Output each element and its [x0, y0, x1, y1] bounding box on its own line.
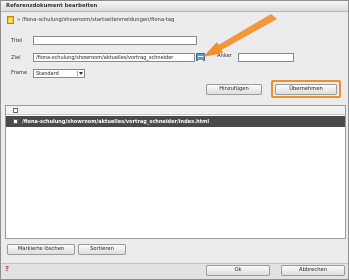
- link-table: /fiona-schulung/showroom/aktuelles/vortr…: [5, 105, 346, 239]
- abbrechen-button[interactable]: Abbrechen: [281, 265, 345, 276]
- row-checkbox[interactable]: [13, 119, 18, 124]
- sortieren-button[interactable]: Sortieren: [78, 244, 126, 255]
- row-path: /fiona-schulung/showroom/aktuelles/vortr…: [22, 118, 210, 125]
- table-row[interactable]: /fiona-schulung/showroom/aktuelles/vortr…: [6, 116, 345, 127]
- select-all-checkbox[interactable]: [13, 108, 18, 113]
- markierte-loeschen-button[interactable]: Markierte löschen: [7, 244, 75, 255]
- dialog-window: Referenzdokument bearbeiten » /fiona-sch…: [0, 0, 349, 280]
- ok-button[interactable]: Ok: [206, 265, 270, 276]
- help-icon[interactable]: ?: [5, 265, 10, 273]
- table-header: [6, 106, 345, 115]
